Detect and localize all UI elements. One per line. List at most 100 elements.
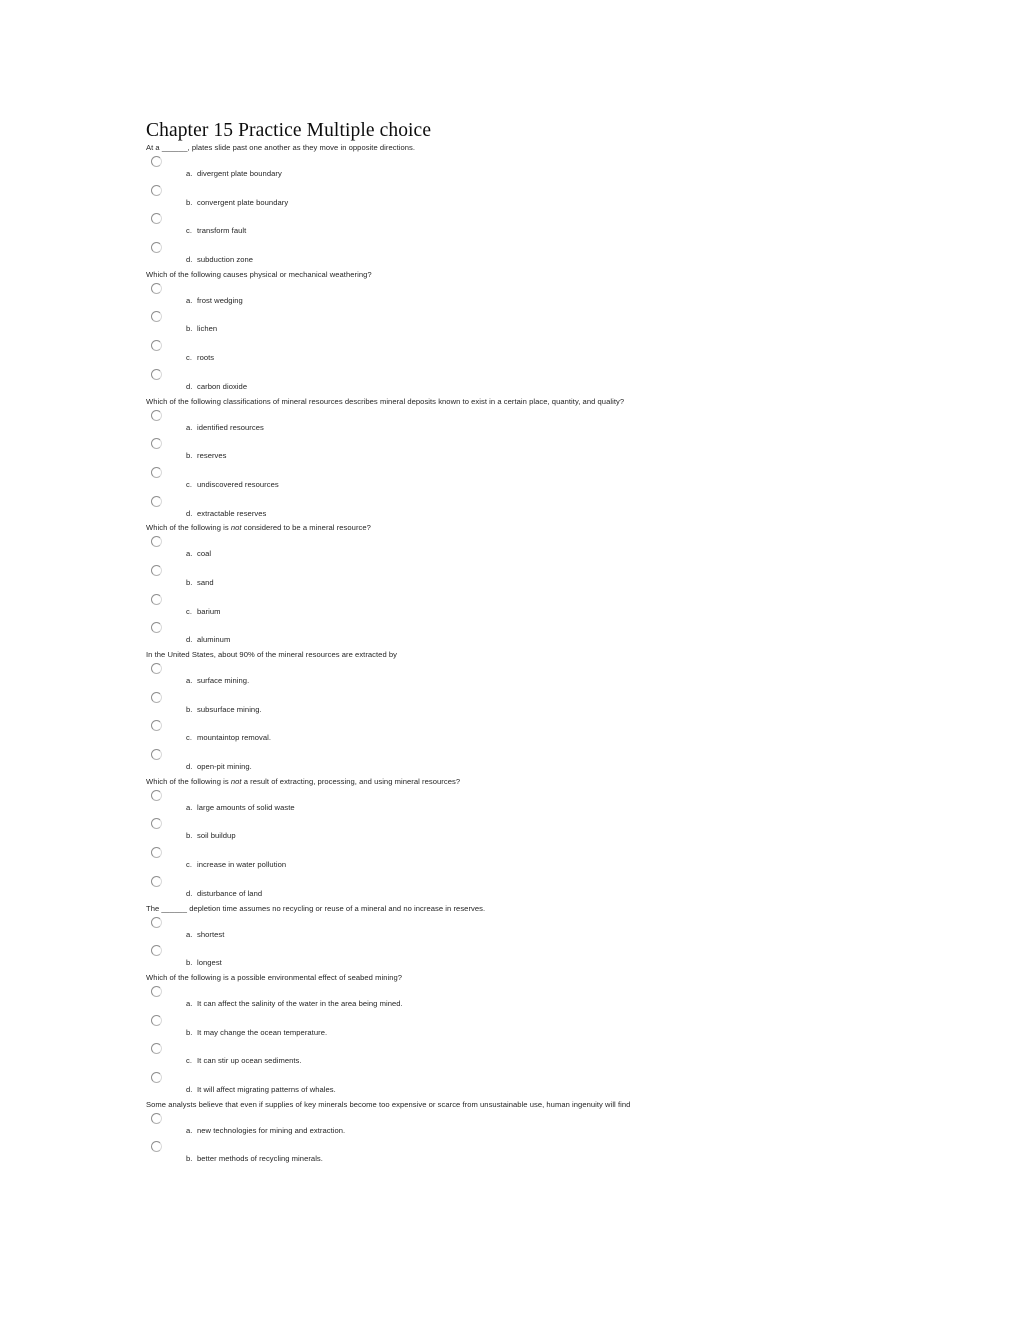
radio-unchecked-icon[interactable]	[151, 184, 162, 196]
answer-option-label[interactable]: c. increase in water pollution	[186, 860, 286, 870]
question-text-segment: Which of the following causes physical o…	[146, 269, 372, 279]
radio-unchecked-icon[interactable]	[151, 495, 162, 507]
answer-option-label[interactable]: b. better methods of recycling minerals.	[186, 1154, 323, 1164]
answer-option-row[interactable]: b. lichen	[146, 309, 886, 338]
answer-option-label[interactable]: d. open-pit mining.	[186, 762, 252, 772]
answer-option-label[interactable]: a. coal	[186, 549, 211, 559]
radio-unchecked-icon[interactable]	[151, 1112, 162, 1124]
answer-option-label[interactable]: c. mountaintop removal.	[186, 733, 271, 743]
answer-option-row[interactable]: b. sand	[146, 563, 886, 592]
answer-option-label[interactable]: a. divergent plate boundary	[186, 169, 282, 179]
radio-unchecked-icon[interactable]	[151, 875, 162, 887]
radio-unchecked-icon[interactable]	[151, 593, 162, 605]
answer-option-label[interactable]: c. barium	[186, 607, 221, 617]
answer-option-label[interactable]: d. extractable reserves	[186, 509, 266, 519]
radio-unchecked-icon[interactable]	[151, 1014, 162, 1026]
radio-unchecked-icon[interactable]	[151, 311, 162, 323]
answer-option-row[interactable]: c. transform fault	[146, 211, 886, 240]
answer-option-label[interactable]: b. reserves	[186, 451, 227, 461]
page-title: Chapter 15 Practice Multiple choice	[146, 120, 432, 141]
answer-option-row[interactable]: c. roots	[146, 338, 886, 367]
radio-unchecked-icon[interactable]	[151, 564, 162, 576]
answer-option-label[interactable]: c. transform fault	[186, 226, 246, 236]
answer-option-row[interactable]: c. barium	[146, 592, 886, 621]
radio-unchecked-icon[interactable]	[151, 1141, 162, 1153]
radio-unchecked-icon[interactable]	[151, 409, 162, 421]
answer-option-label[interactable]: a. frost wedging	[186, 296, 243, 306]
answer-option-row[interactable]: a. shortest	[146, 915, 886, 944]
radio-unchecked-icon[interactable]	[151, 282, 162, 294]
answer-option-row[interactable]: a. identified resources	[146, 408, 886, 437]
answer-option-row[interactable]: d. disturbance of land	[146, 874, 886, 903]
answer-option-row[interactable]: c. mountaintop removal.	[146, 718, 886, 747]
answer-option-row[interactable]: a. large amounts of solid waste	[146, 788, 886, 817]
answer-option-letter: c.	[186, 1056, 193, 1066]
radio-unchecked-icon[interactable]	[151, 156, 162, 167]
radio-unchecked-icon[interactable]	[151, 847, 162, 859]
radio-unchecked-icon[interactable]	[151, 622, 162, 634]
answer-option-row[interactable]: a. It can affect the salinity of the wate…	[146, 984, 886, 1013]
answer-option-row[interactable]: d. extractable reserves	[146, 494, 886, 523]
answer-option-row[interactable]: d. It will affect migrating patterns of w…	[146, 1070, 886, 1099]
answer-option-label[interactable]: b. subsurface mining.	[186, 705, 262, 715]
answer-option-row[interactable]: d. subduction zone	[146, 240, 886, 269]
answer-option-row[interactable]: d. aluminum	[146, 620, 886, 649]
answer-option-label[interactable]: a. identified resources	[186, 423, 264, 433]
answer-option-label[interactable]: b. It may change the ocean temperature.	[186, 1028, 327, 1038]
radio-unchecked-icon[interactable]	[151, 749, 162, 761]
answer-option-row[interactable]: b. longest	[146, 943, 886, 972]
radio-unchecked-icon[interactable]	[151, 536, 162, 548]
answer-option-row[interactable]: a. new technologies for mining and extrac…	[146, 1111, 886, 1140]
radio-unchecked-icon[interactable]	[151, 691, 162, 703]
radio-unchecked-icon[interactable]	[151, 916, 162, 928]
answer-option-row[interactable]: d. open-pit mining.	[146, 747, 886, 776]
radio-unchecked-icon[interactable]	[151, 340, 162, 352]
answer-option-label[interactable]: d. It will affect migrating patterns of w…	[186, 1085, 336, 1095]
answer-option-label[interactable]: d. carbon dioxide	[186, 382, 247, 392]
answer-option-label[interactable]: a. surface mining.	[186, 676, 249, 686]
answer-option-row[interactable]: b. convergent plate boundary	[146, 183, 886, 212]
radio-unchecked-icon[interactable]	[151, 945, 162, 957]
answer-option-row[interactable]: b. soil buildup	[146, 816, 886, 845]
answer-option-row[interactable]: c. undiscovered resources	[146, 465, 886, 494]
radio-unchecked-icon[interactable]	[151, 213, 162, 225]
radio-unchecked-icon[interactable]	[151, 663, 162, 674]
answer-option-label[interactable]: d. disturbance of land	[186, 889, 262, 899]
answer-option-label[interactable]: b. lichen	[186, 324, 217, 334]
radio-unchecked-icon[interactable]	[151, 720, 162, 732]
radio-unchecked-icon[interactable]	[151, 1071, 162, 1083]
radio-unchecked-icon[interactable]	[151, 242, 162, 254]
answer-option-row[interactable]: a. surface mining.	[146, 661, 886, 690]
answer-option-label[interactable]: b. sand	[186, 578, 214, 588]
answer-option-row[interactable]: b. It may change the ocean temperature.	[146, 1013, 886, 1042]
answer-option-label[interactable]: c. roots	[186, 353, 214, 363]
answer-option-label[interactable]: b. longest	[186, 958, 222, 968]
radio-unchecked-icon[interactable]	[151, 438, 162, 450]
answer-option-row[interactable]: a. coal	[146, 534, 886, 563]
answer-option-label[interactable]: a. large amounts of solid waste	[186, 803, 295, 813]
radio-unchecked-icon[interactable]	[151, 985, 162, 997]
answer-option-row[interactable]: b. reserves	[146, 436, 886, 465]
answer-option-label[interactable]: c. undiscovered resources	[186, 480, 279, 490]
answer-option-label[interactable]: b. soil buildup	[186, 831, 236, 841]
radio-unchecked-icon[interactable]	[151, 789, 162, 801]
answer-option-row[interactable]: c. increase in water pollution	[146, 845, 886, 874]
answer-option-letter: a.	[186, 422, 193, 432]
answer-option-row[interactable]: d. carbon dioxide	[146, 367, 886, 396]
answer-option-label[interactable]: b. convergent plate boundary	[186, 198, 288, 208]
radio-unchecked-icon[interactable]	[151, 368, 162, 380]
answer-option-row[interactable]: a. divergent plate boundary	[146, 154, 886, 183]
answer-option-label[interactable]: d. subduction zone	[186, 255, 253, 265]
answer-option-label[interactable]: a. new technologies for mining and extrac…	[186, 1126, 345, 1136]
answer-option-row[interactable]: a. frost wedging	[146, 281, 886, 310]
answer-option-row[interactable]: b. better methods of recycling minerals.	[146, 1139, 886, 1168]
radio-unchecked-icon[interactable]	[151, 1043, 162, 1055]
answer-option-label[interactable]: a. shortest	[186, 930, 224, 940]
answer-option-row[interactable]: c. It can stir up ocean sediments.	[146, 1041, 886, 1070]
answer-option-label[interactable]: a. It can affect the salinity of the wate…	[186, 999, 403, 1009]
answer-option-label[interactable]: d. aluminum	[186, 635, 230, 645]
answer-option-row[interactable]: b. subsurface mining.	[146, 690, 886, 719]
radio-unchecked-icon[interactable]	[151, 818, 162, 830]
radio-unchecked-icon[interactable]	[151, 466, 162, 478]
answer-option-label[interactable]: c. It can stir up ocean sediments.	[186, 1056, 302, 1066]
